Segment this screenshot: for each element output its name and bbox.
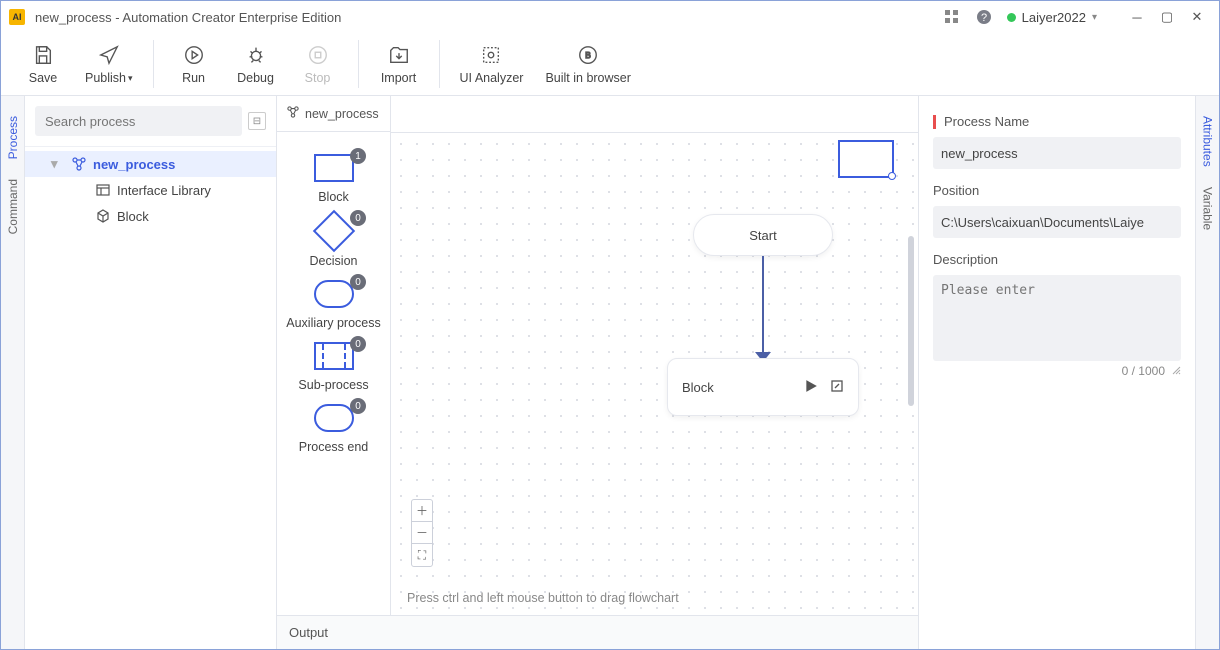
import-icon	[387, 43, 411, 67]
chevron-down-icon: ▾	[128, 73, 133, 84]
ui-analyzer-icon	[479, 43, 503, 67]
search-process-input[interactable]	[35, 106, 242, 136]
zoom-controls: ＋ － ⛶	[411, 499, 433, 567]
help-icon[interactable]: ?	[975, 8, 993, 26]
node-palette: new_process 1 Block 0 Decision	[277, 96, 391, 615]
edit-icon[interactable]	[830, 379, 844, 396]
resize-handle-icon[interactable]	[1171, 364, 1181, 378]
minimap[interactable]	[838, 140, 894, 178]
tree-root-item[interactable]: ▾ new_process	[25, 151, 276, 177]
position-label: Position	[933, 183, 1181, 198]
maximize-button[interactable]: ▢	[1153, 5, 1181, 29]
debug-icon	[244, 43, 268, 67]
username-label: Laiyer2022	[1022, 10, 1086, 25]
badge-count: 0	[350, 210, 366, 226]
left-side-tabs: Process Command	[1, 96, 25, 649]
side-tab-variable[interactable]: Variable	[1199, 177, 1217, 240]
palette-decision[interactable]: 0 Decision	[277, 216, 390, 268]
node-block[interactable]: Block	[667, 358, 859, 416]
output-panel-header[interactable]: Output	[277, 615, 918, 649]
tree-block[interactable]: Block	[25, 203, 276, 229]
zoom-out-button[interactable]: －	[412, 522, 432, 544]
interface-library-icon	[95, 182, 111, 198]
side-tab-attributes[interactable]: Attributes	[1199, 106, 1217, 177]
window-title: new_process - Automation Creator Enterpr…	[35, 10, 943, 25]
badge-count: 0	[350, 398, 366, 414]
svg-text:B: B	[585, 51, 591, 60]
node-label: Start	[749, 228, 776, 243]
status-dot-icon	[1007, 13, 1016, 22]
process-name-input[interactable]	[933, 137, 1181, 169]
zoom-fit-button[interactable]: ⛶	[412, 544, 432, 566]
palette-sub-process[interactable]: 0 Sub-process	[277, 342, 390, 392]
play-icon[interactable]	[804, 379, 818, 396]
apps-grid-icon[interactable]	[943, 8, 961, 26]
properties-panel: Process Name Position Description 0 / 10…	[919, 96, 1195, 649]
connector-arrow	[762, 256, 764, 358]
palette-auxiliary-process[interactable]: 0 Auxiliary process	[277, 280, 390, 330]
main-toolbar: Save Publish▾ Run Debug Stop Import	[1, 33, 1219, 96]
tree-item-label: Interface Library	[117, 183, 211, 198]
publish-button[interactable]: Publish▾	[85, 43, 133, 85]
flowchart-icon	[71, 156, 87, 172]
canvas-hint: Press ctrl and left mouse button to drag…	[407, 591, 679, 605]
run-icon	[182, 43, 206, 67]
save-icon	[31, 43, 55, 67]
ui-analyzer-button[interactable]: UI Analyzer	[460, 43, 524, 85]
badge-count: 0	[350, 274, 366, 290]
badge-count: 0	[350, 336, 366, 352]
tree-interface-library[interactable]: Interface Library	[25, 177, 276, 203]
description-textarea[interactable]	[933, 275, 1181, 361]
node-label: Block	[682, 380, 714, 395]
chevron-down-icon: ▾	[1092, 12, 1097, 23]
chevron-down-icon: ▾	[51, 156, 61, 172]
title-bar: AI new_process - Automation Creator Ente…	[1, 1, 1219, 33]
description-label: Description	[933, 252, 1181, 267]
user-menu[interactable]: Laiyer2022 ▾	[1007, 10, 1097, 25]
flowchart-canvas[interactable]: Start Block ＋ － ⛶ Press ctrl and left mo…	[391, 96, 918, 615]
tree-item-label: new_process	[93, 157, 175, 172]
zoom-in-button[interactable]: ＋	[412, 500, 432, 522]
save-button[interactable]: Save	[23, 43, 63, 85]
side-tab-command[interactable]: Command	[4, 169, 22, 244]
stop-icon	[306, 43, 330, 67]
stop-button: Stop	[298, 43, 338, 85]
collapse-tree-button[interactable]: ⊟	[248, 112, 266, 130]
badge-count: 1	[350, 148, 366, 164]
char-count: 0 / 1000	[1122, 364, 1165, 378]
process-tree-panel: ⊟ ▾ new_process Interface Library Block	[25, 96, 277, 649]
palette-header: new_process	[277, 96, 390, 132]
right-side-tabs: Attributes Variable	[1195, 96, 1219, 649]
block-shape-icon	[314, 154, 354, 182]
decision-shape-icon	[312, 210, 354, 252]
palette-process-end[interactable]: 0 Process end	[277, 404, 390, 454]
app-logo-icon: AI	[9, 9, 25, 25]
side-tab-process[interactable]: Process	[4, 106, 22, 169]
publish-icon	[97, 43, 121, 67]
required-marker-icon	[933, 115, 936, 129]
process-name-label: Process Name	[944, 114, 1029, 129]
run-button[interactable]: Run	[174, 43, 214, 85]
node-start[interactable]: Start	[693, 214, 833, 256]
end-shape-icon	[314, 404, 354, 432]
debug-button[interactable]: Debug	[236, 43, 276, 85]
minimize-button[interactable]: ─	[1123, 5, 1151, 29]
flowchart-icon	[287, 106, 299, 121]
scrollbar-vertical[interactable]	[908, 236, 914, 406]
browser-icon: B	[576, 43, 600, 67]
sub-shape-icon	[314, 342, 354, 370]
position-input[interactable]	[933, 206, 1181, 238]
aux-shape-icon	[314, 280, 354, 308]
built-in-browser-button[interactable]: B Built in browser	[545, 43, 630, 85]
block-icon	[95, 208, 111, 224]
import-button[interactable]: Import	[379, 43, 419, 85]
svg-text:?: ?	[981, 12, 987, 24]
tree-item-label: Block	[117, 209, 149, 224]
palette-block[interactable]: 1 Block	[277, 154, 390, 204]
close-button[interactable]: ✕	[1183, 5, 1211, 29]
